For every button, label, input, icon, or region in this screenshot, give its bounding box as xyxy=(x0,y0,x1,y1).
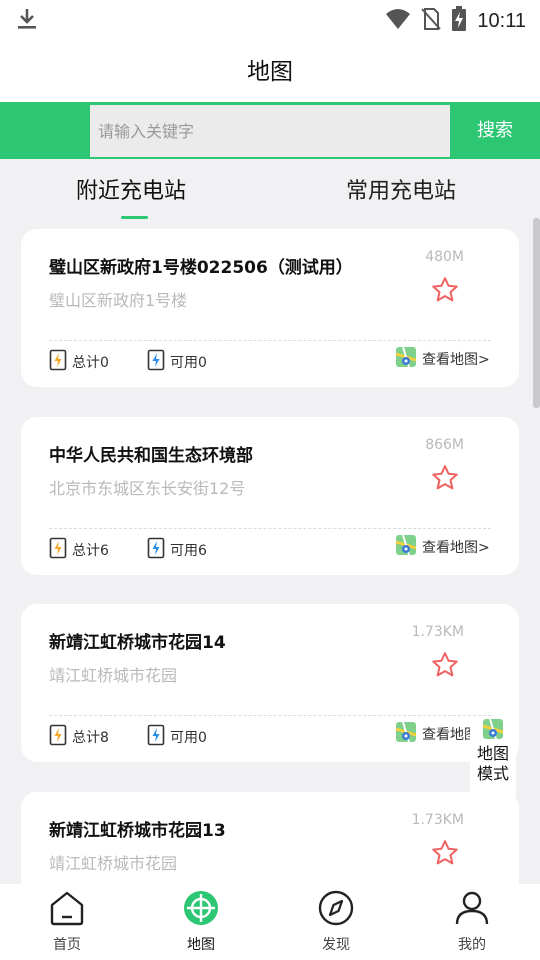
station-distance: 1.73KM xyxy=(411,812,464,828)
bolt-total-icon xyxy=(49,537,67,563)
available-chargers: 可用0 xyxy=(147,349,207,375)
available-chargers: 可用0 xyxy=(147,724,207,750)
station-card[interactable]: 中华人民共和国生态环境部 北京市东城区东长安街12号 866M 总计6 可用6 … xyxy=(21,417,519,575)
station-name: 璧山区新政府1号楼022506（测试用） xyxy=(49,258,353,278)
tab-favorite-stations[interactable]: 常用充电站 xyxy=(346,173,456,205)
bolt-available-icon xyxy=(147,349,165,375)
no-sim-icon xyxy=(421,7,442,35)
map-icon xyxy=(482,718,504,744)
bolt-total-icon xyxy=(49,724,67,750)
view-map-link[interactable]: 查看地图> xyxy=(395,346,490,372)
star-icon[interactable] xyxy=(430,838,460,872)
search-button[interactable]: 搜索 xyxy=(460,102,530,159)
view-map-link[interactable]: 查看地图 xyxy=(395,721,478,747)
station-address: 璧山区新政府1号楼 xyxy=(49,291,188,310)
available-count: 可用6 xyxy=(170,543,207,559)
nav-profile[interactable]: 我的 xyxy=(432,890,512,954)
card-divider xyxy=(49,715,491,716)
active-tab-indicator xyxy=(121,216,148,219)
station-address: 靖江虹桥城市花园 xyxy=(49,666,178,685)
title-bar: 地图 xyxy=(0,38,540,102)
scrollbar[interactable] xyxy=(533,218,540,408)
station-name: 新靖江虹桥城市花园13 xyxy=(49,821,226,841)
nav-home[interactable]: 首页 xyxy=(27,890,107,954)
view-map-label: 查看地图> xyxy=(422,352,490,368)
map-mode-label-line1: 地图 xyxy=(476,744,509,763)
card-divider xyxy=(49,528,491,529)
map-mode-label-line2: 模式 xyxy=(476,764,509,783)
nav-discover[interactable]: 发现 xyxy=(296,890,376,954)
bottom-nav: 首页 地图 发现 我的 xyxy=(0,884,540,960)
station-address: 靖江虹桥城市花园 xyxy=(49,854,178,873)
compass-icon xyxy=(317,890,355,930)
battery-charging-icon xyxy=(451,6,467,36)
available-count: 可用0 xyxy=(170,355,207,371)
station-name: 中华人民共和国生态环境部 xyxy=(49,446,253,466)
bolt-total-icon xyxy=(49,349,67,375)
star-icon[interactable] xyxy=(430,275,460,309)
bolt-available-icon xyxy=(147,724,165,750)
total-chargers: 总计6 xyxy=(49,537,109,563)
total-count: 总计0 xyxy=(72,355,109,371)
available-chargers: 可用6 xyxy=(147,537,207,563)
home-icon xyxy=(48,890,86,930)
station-card[interactable]: 璧山区新政府1号楼022506（测试用） 璧山区新政府1号楼 480M 总计0 … xyxy=(21,229,519,387)
card-divider xyxy=(49,340,491,341)
tab-nearby-stations[interactable]: 附近充电站 xyxy=(76,173,186,205)
view-map-link[interactable]: 查看地图> xyxy=(395,534,490,560)
station-distance: 1.73KM xyxy=(411,624,464,640)
station-tabs: 附近充电站 常用充电站 xyxy=(0,159,540,221)
star-icon[interactable] xyxy=(430,463,460,497)
download-icon xyxy=(17,8,37,34)
map-icon xyxy=(395,721,417,747)
search-bar: 搜索 xyxy=(0,102,540,159)
nav-map[interactable]: 地图 xyxy=(161,890,241,954)
wifi-icon xyxy=(385,8,411,34)
total-count: 总计6 xyxy=(72,543,109,559)
view-map-label: 查看地图> xyxy=(422,540,490,556)
target-icon xyxy=(182,890,220,930)
station-address: 北京市东城区东长安街12号 xyxy=(49,479,246,498)
total-count: 总计8 xyxy=(72,730,109,746)
total-chargers: 总计8 xyxy=(49,724,109,750)
user-icon xyxy=(453,890,491,930)
map-mode-button[interactable]: 地图 模式 xyxy=(470,718,516,796)
search-input[interactable] xyxy=(90,105,450,157)
status-time: 10:11 xyxy=(477,9,526,32)
station-distance: 866M xyxy=(425,437,464,453)
nav-profile-label: 我的 xyxy=(458,937,486,953)
map-icon xyxy=(395,534,417,560)
station-name: 新靖江虹桥城市花园14 xyxy=(49,633,226,653)
available-count: 可用0 xyxy=(170,730,207,746)
nav-discover-label: 发现 xyxy=(322,937,350,953)
page-title: 地图 xyxy=(247,59,293,85)
bolt-available-icon xyxy=(147,537,165,563)
nav-home-label: 首页 xyxy=(53,937,81,953)
nav-map-label: 地图 xyxy=(187,937,215,953)
station-distance: 480M xyxy=(425,249,464,265)
station-card[interactable]: 新靖江虹桥城市花园14 靖江虹桥城市花园 1.73KM 总计8 可用0 查看地图 xyxy=(21,604,519,762)
total-chargers: 总计0 xyxy=(49,349,109,375)
star-icon[interactable] xyxy=(430,650,460,684)
map-icon xyxy=(395,346,417,372)
status-bar: 10:11 xyxy=(0,0,540,38)
